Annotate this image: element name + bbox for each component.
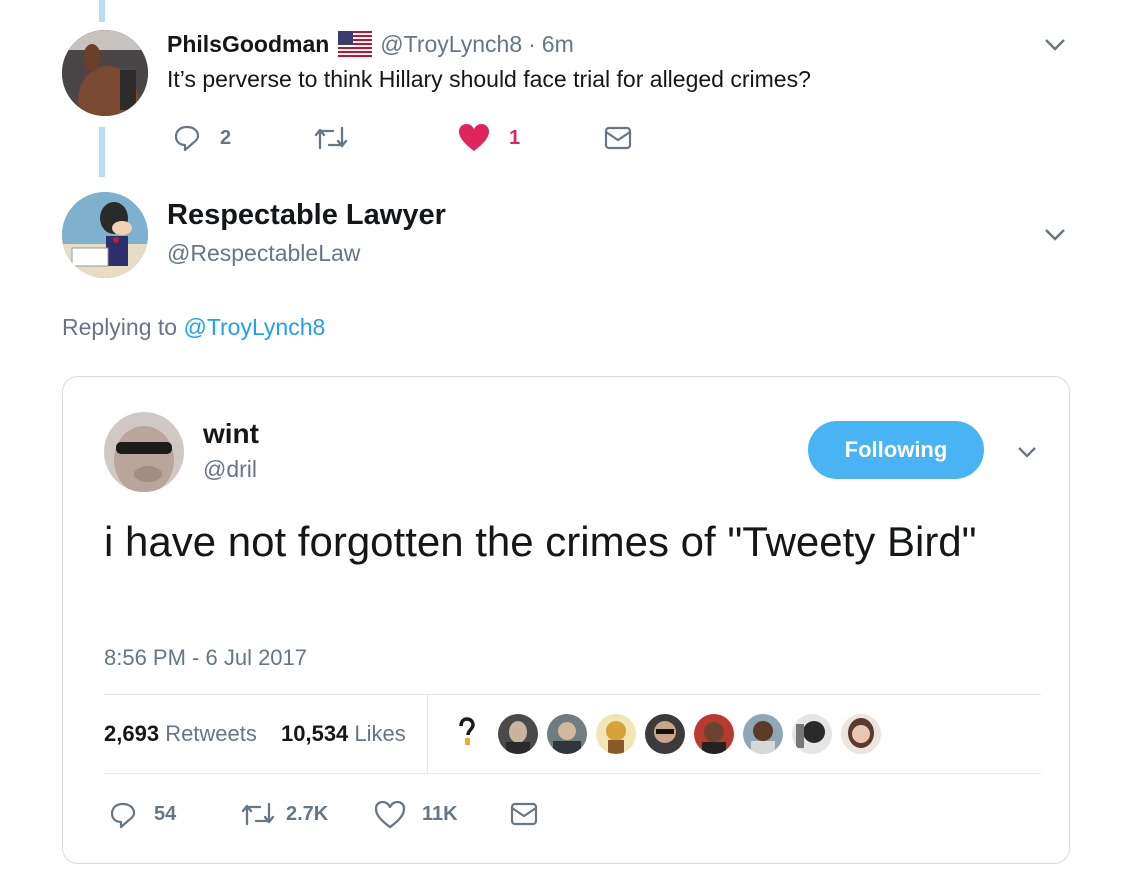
liker-avatar[interactable] [455,716,479,752]
retweet-icon[interactable] [313,124,349,152]
divider [104,694,1041,695]
liker-avatar[interactable] [547,714,587,754]
divider [427,695,428,773]
liker-avatar[interactable] [498,714,538,754]
chevron-down-icon[interactable] [1017,446,1037,459]
retweets-count: 2,693 [104,721,160,746]
handle[interactable]: @TroyLynch8 [380,31,522,58]
liker-avatar[interactable] [792,714,832,754]
retweet-count: 2.7K [286,803,329,825]
retweets-label: Retweets [165,721,257,746]
avatar[interactable] [62,192,148,278]
reply-icon[interactable] [109,801,137,829]
likes-stat[interactable]: 10,534 Likes [281,721,406,747]
likes-label: Likes [354,721,406,746]
avatar[interactable] [62,30,148,116]
replying-label: Replying to [62,314,178,340]
timestamp[interactable]: 8:56 PM - 6 Jul 2017 [104,645,307,671]
us-flag-icon [338,31,373,57]
mail-icon[interactable] [604,126,632,150]
like-count: 11K [422,803,458,825]
liker-avatar[interactable] [743,714,783,754]
liker-avatar[interactable] [841,714,881,754]
tweet-text: It’s perverse to think Hillary should fa… [167,66,811,92]
divider [104,773,1041,774]
following-button[interactable]: Following [808,421,984,479]
reply-icon[interactable] [173,124,201,152]
chevron-down-icon[interactable] [1044,228,1066,242]
display-name[interactable]: wint [203,418,259,450]
liker-avatar[interactable] [645,714,685,754]
avatar[interactable] [104,412,184,492]
retweet-icon[interactable] [240,800,276,828]
mail-icon[interactable] [510,802,538,826]
replying-to: Replying to @TroyLynch8 [62,314,325,341]
timestamp[interactable]: 6m [542,31,574,58]
thread-line-top [99,0,105,22]
tweet-text: i have not forgotten the crimes of "Twee… [104,518,977,565]
heart-icon[interactable] [374,800,406,830]
separator: · [528,30,536,57]
retweets-stat[interactable]: 2,693 Retweets [104,721,257,747]
liker-avatar[interactable] [694,714,734,754]
thread-line-middle [99,127,105,177]
handle[interactable]: @RespectableLaw [167,240,360,267]
handle[interactable]: @dril [203,456,257,483]
display-name[interactable]: PhilsGoodman [167,31,329,58]
reply-count: 54 [154,803,177,825]
replying-handle-link[interactable]: @TroyLynch8 [183,314,325,340]
reply-count: 2 [220,127,232,149]
chevron-down-icon[interactable] [1044,38,1066,52]
like-count: 1 [509,127,521,149]
liker-avatar[interactable] [596,714,636,754]
display-name[interactable]: Respectable Lawyer [167,199,446,232]
heart-icon[interactable] [458,123,490,153]
likes-count: 10,534 [281,721,349,746]
